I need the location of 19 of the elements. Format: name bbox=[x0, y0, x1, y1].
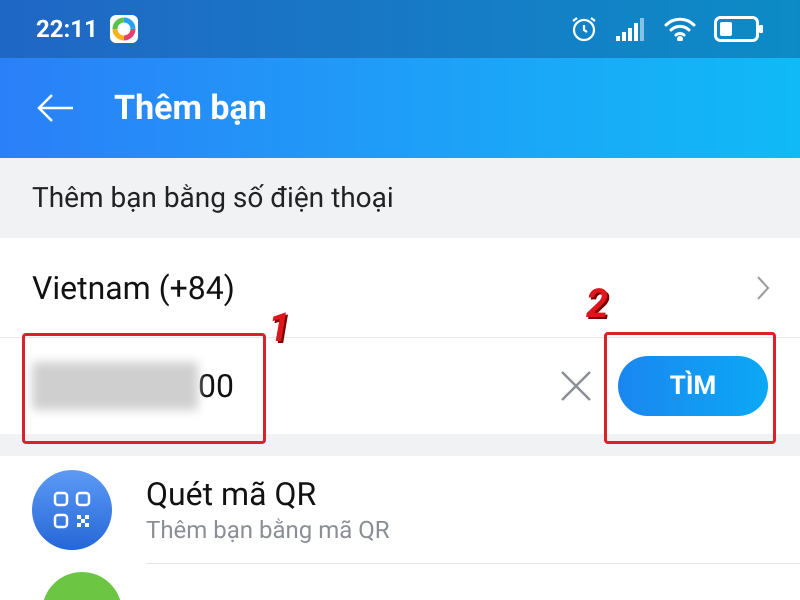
back-arrow-icon[interactable] bbox=[36, 93, 74, 123]
app-icon bbox=[110, 15, 138, 43]
qr-option[interactable]: Quét mã QR Thêm bạn bằng mã QR bbox=[0, 456, 800, 564]
chevron-right-icon bbox=[756, 274, 770, 300]
country-selector[interactable]: Vietnam (+84) bbox=[32, 264, 235, 312]
signal-icon bbox=[616, 17, 646, 41]
alarm-icon bbox=[570, 15, 598, 43]
status-time: 22:11 bbox=[36, 14, 98, 45]
qr-code-icon bbox=[32, 470, 112, 550]
section-title: Thêm bạn bằng số điện thoại bbox=[32, 180, 394, 216]
option-title: Quét mã QR bbox=[146, 474, 318, 514]
wifi-icon bbox=[664, 17, 696, 41]
battery-icon bbox=[714, 16, 764, 42]
step-number: 2 bbox=[586, 282, 608, 326]
clear-icon[interactable] bbox=[560, 370, 592, 402]
option-subtitle: Thêm bạn bằng mã QR bbox=[146, 514, 391, 546]
phone-input-field[interactable]: 00 bbox=[32, 362, 234, 410]
page-title: Thêm bạn bbox=[114, 86, 267, 130]
step-number: 1 bbox=[268, 306, 290, 350]
